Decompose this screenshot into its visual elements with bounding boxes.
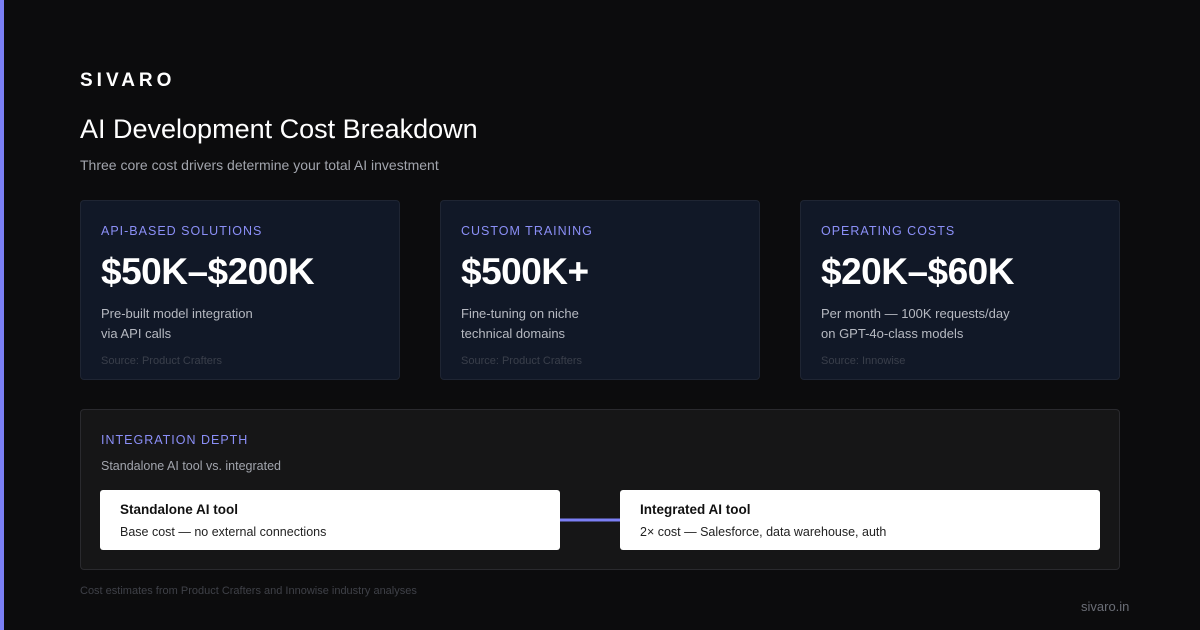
integrated-tool-box: Integrated AI tool 2× cost — Salesforce,… [620,490,1100,550]
footnote: Cost estimates from Product Crafters and… [80,585,417,597]
tool-name: Standalone AI tool [120,502,238,517]
cost-card-api: API-BASED SOLUTIONS $50K–$200K Pre-built… [80,200,400,380]
tool-name: Integrated AI tool [640,502,751,517]
card-description-line: Per month — 100K requests/day [821,306,1010,321]
card-description-line: Fine-tuning on niche [461,306,579,321]
card-label: OPERATING COSTS [821,224,956,238]
standalone-tool-box: Standalone AI tool Base cost — no extern… [100,490,560,550]
page-title: AI Development Cost Breakdown [80,114,478,144]
cost-card-custom-training: CUSTOM TRAINING $500K+ Fine-tuning on ni… [440,200,760,380]
card-description: Per month — 100K requests/day on GPT-4o-… [821,304,1101,344]
page-subtitle: Three core cost drivers determine your t… [80,157,439,173]
card-value: $500K+ [461,251,589,292]
card-source: Source: Product Crafters [461,355,583,367]
brand-logo: SIVARO [80,70,176,91]
card-description-line: Pre-built model integration [101,306,253,321]
card-source: Source: Innowise [821,355,906,367]
card-description: Fine-tuning on niche technical domains [461,304,741,344]
tool-description: Base cost — no external connections [120,525,327,539]
site-url: sivaro.in [1081,599,1130,614]
card-description-line: via API calls [101,326,172,341]
card-description-line: on GPT-4o-class models [821,326,964,341]
card-value: $50K–$200K [101,251,315,292]
integration-subtitle: Standalone AI tool vs. integrated [101,459,281,473]
card-description-line: technical domains [461,326,566,341]
card-description: Pre-built model integration via API call… [101,304,381,344]
cost-card-operating: OPERATING COSTS $20K–$60K Per month — 10… [800,200,1120,380]
card-source: Source: Product Crafters [101,355,223,367]
integration-depth-panel: INTEGRATION DEPTH Standalone AI tool vs.… [80,409,1120,570]
tool-description: 2× cost — Salesforce, data warehouse, au… [640,525,887,539]
card-label: API-BASED SOLUTIONS [101,224,263,238]
card-label: CUSTOM TRAINING [461,224,593,238]
integration-label: INTEGRATION DEPTH [101,433,249,447]
card-value: $20K–$60K [821,251,1014,292]
accent-bar [0,0,4,630]
